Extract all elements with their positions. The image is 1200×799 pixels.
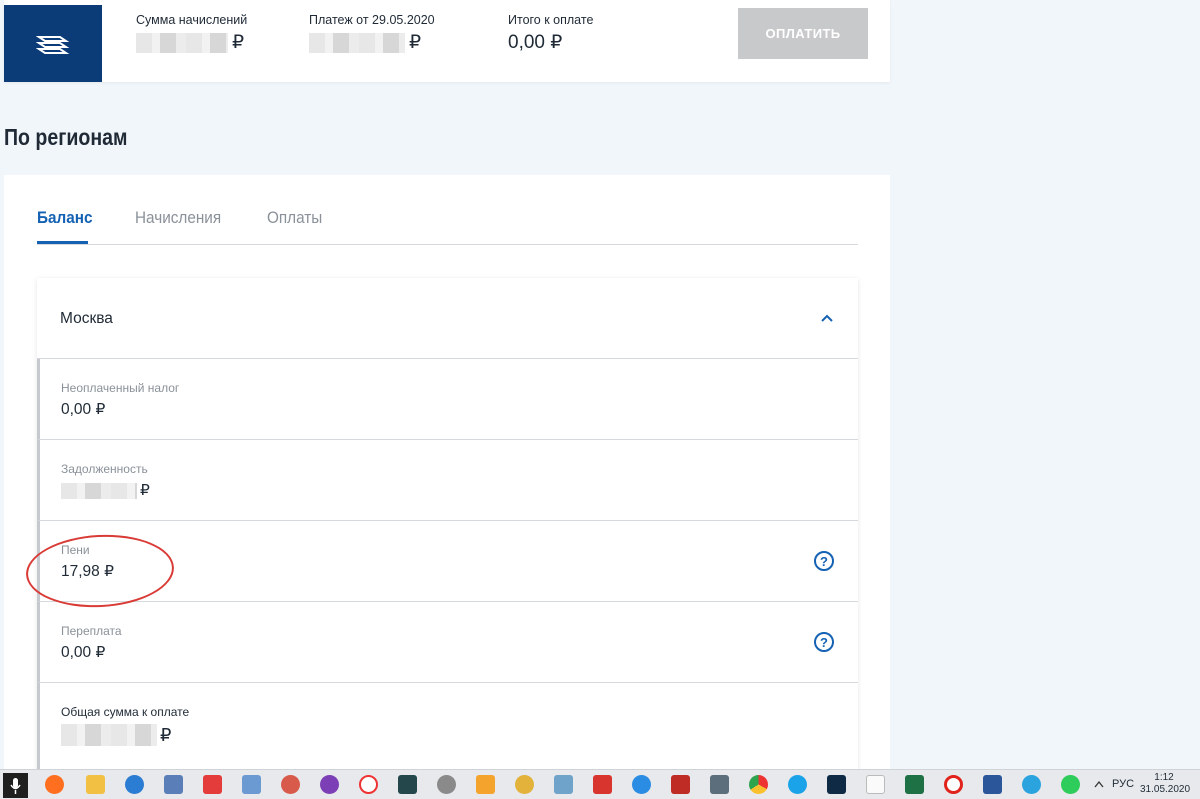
accruals-sum-label: Сумма начислений [136,13,248,27]
app-icon[interactable] [593,775,612,794]
app-icon[interactable] [476,775,495,794]
help-icon[interactable]: ? [814,551,834,571]
taskbar: РУС 1:12 31.05.2020 [0,769,1200,799]
row-currency: ₽ [160,724,172,745]
accruals-sum-currency: ₽ [232,32,245,53]
row-label: Неоплаченный налог [61,381,180,395]
section-title: По регионам [4,124,128,150]
document-stack-icon [36,35,70,54]
chevron-up-icon[interactable] [820,311,834,325]
balance-row-debt: Задолженность ₽ [37,440,858,521]
row-value: 0,00 ₽ [61,401,106,418]
tab-bar: Баланс Начисления Оплаты [37,175,858,245]
photoshop-icon[interactable] [827,775,846,794]
clock[interactable]: 1:12 31.05.2020 [1140,772,1191,796]
tab-balance[interactable]: Баланс [37,208,92,228]
explorer-icon[interactable] [86,775,105,794]
region-name: Москва [60,310,113,327]
total-due-label: Итого к оплате [508,13,594,27]
app-icon[interactable] [710,775,729,794]
clock-date: 31.05.2020 [1140,784,1191,795]
chevron-up-icon[interactable] [1094,780,1104,788]
tab-accruals[interactable]: Начисления [135,208,221,228]
row-label: Пени [61,543,90,557]
r-app-icon[interactable] [203,775,222,794]
app-icon[interactable] [398,775,417,794]
redacted-value [61,482,137,499]
regions-card: Баланс Начисления Оплаты Москва Неоплаче… [4,175,890,775]
balance-row-unpaid-tax: Неоплаченный налог 0,00 ₽ [37,359,858,440]
row-value: 0,00 ₽ [61,644,106,661]
file-icon[interactable] [866,775,885,794]
row-value: 17,98 ₽ [61,563,114,580]
app-icon[interactable] [515,775,534,794]
tax-logo [4,5,102,82]
row-label: Общая сумма к оплате [61,705,190,719]
edge-icon[interactable] [125,775,144,794]
language-indicator[interactable]: РУС [1112,778,1134,790]
total-due-value: 0,00 ₽ [508,32,563,53]
telegram-icon[interactable] [1022,775,1041,794]
row-label: Переплата [61,624,122,638]
accruals-sum: Сумма начислений ₽ [136,13,247,54]
row-currency: ₽ [140,482,150,499]
region-panel: Москва Неоплаченный налог 0,00 ₽ Задолже… [37,278,858,775]
app-icon[interactable] [281,775,300,794]
yandex-icon[interactable] [359,775,378,794]
desktop-icon[interactable] [242,775,261,794]
redacted-value [136,32,228,53]
excel-icon[interactable] [905,775,924,794]
balance-row-penalties: Пени 17,98 ₽ ? [37,521,858,602]
app-icon[interactable] [437,775,456,794]
redacted-value [61,724,157,746]
total-due: Итого к оплате 0,00 ₽ [508,13,593,54]
mic-icon[interactable] [3,773,28,798]
word-icon[interactable] [983,775,1002,794]
active-tab-indicator [37,241,88,244]
chrome-icon[interactable] [749,775,768,794]
ie-icon[interactable] [632,775,651,794]
app-icon[interactable] [164,775,183,794]
whatsapp-icon[interactable] [1061,775,1080,794]
help-icon[interactable]: ? [814,632,834,652]
app-icon[interactable] [554,775,573,794]
firefox-icon[interactable] [45,775,64,794]
payment-sum-label: Платеж от 29.05.2020 [309,13,435,27]
redacted-value [309,32,405,53]
skype-icon[interactable] [788,775,807,794]
tab-payments[interactable]: Оплаты [267,208,322,228]
filezilla-icon[interactable] [671,775,690,794]
payment-sum-currency: ₽ [409,32,422,53]
pay-button[interactable]: ОПЛАТИТЬ [738,8,868,59]
summary-card: Сумма начислений ₽ Платеж от 29.05.2020 … [4,0,890,82]
region-header[interactable]: Москва [37,278,858,359]
tor-icon[interactable] [320,775,339,794]
row-label: Задолженность [61,462,148,476]
opera-icon[interactable] [944,775,963,794]
payment-sum: Платеж от 29.05.2020 ₽ [309,13,435,54]
clock-time: 1:12 [1154,772,1174,783]
balance-row-total-due: Общая сумма к оплате ₽ [37,683,858,775]
balance-row-overpayment: Переплата 0,00 ₽ ? [37,602,858,683]
